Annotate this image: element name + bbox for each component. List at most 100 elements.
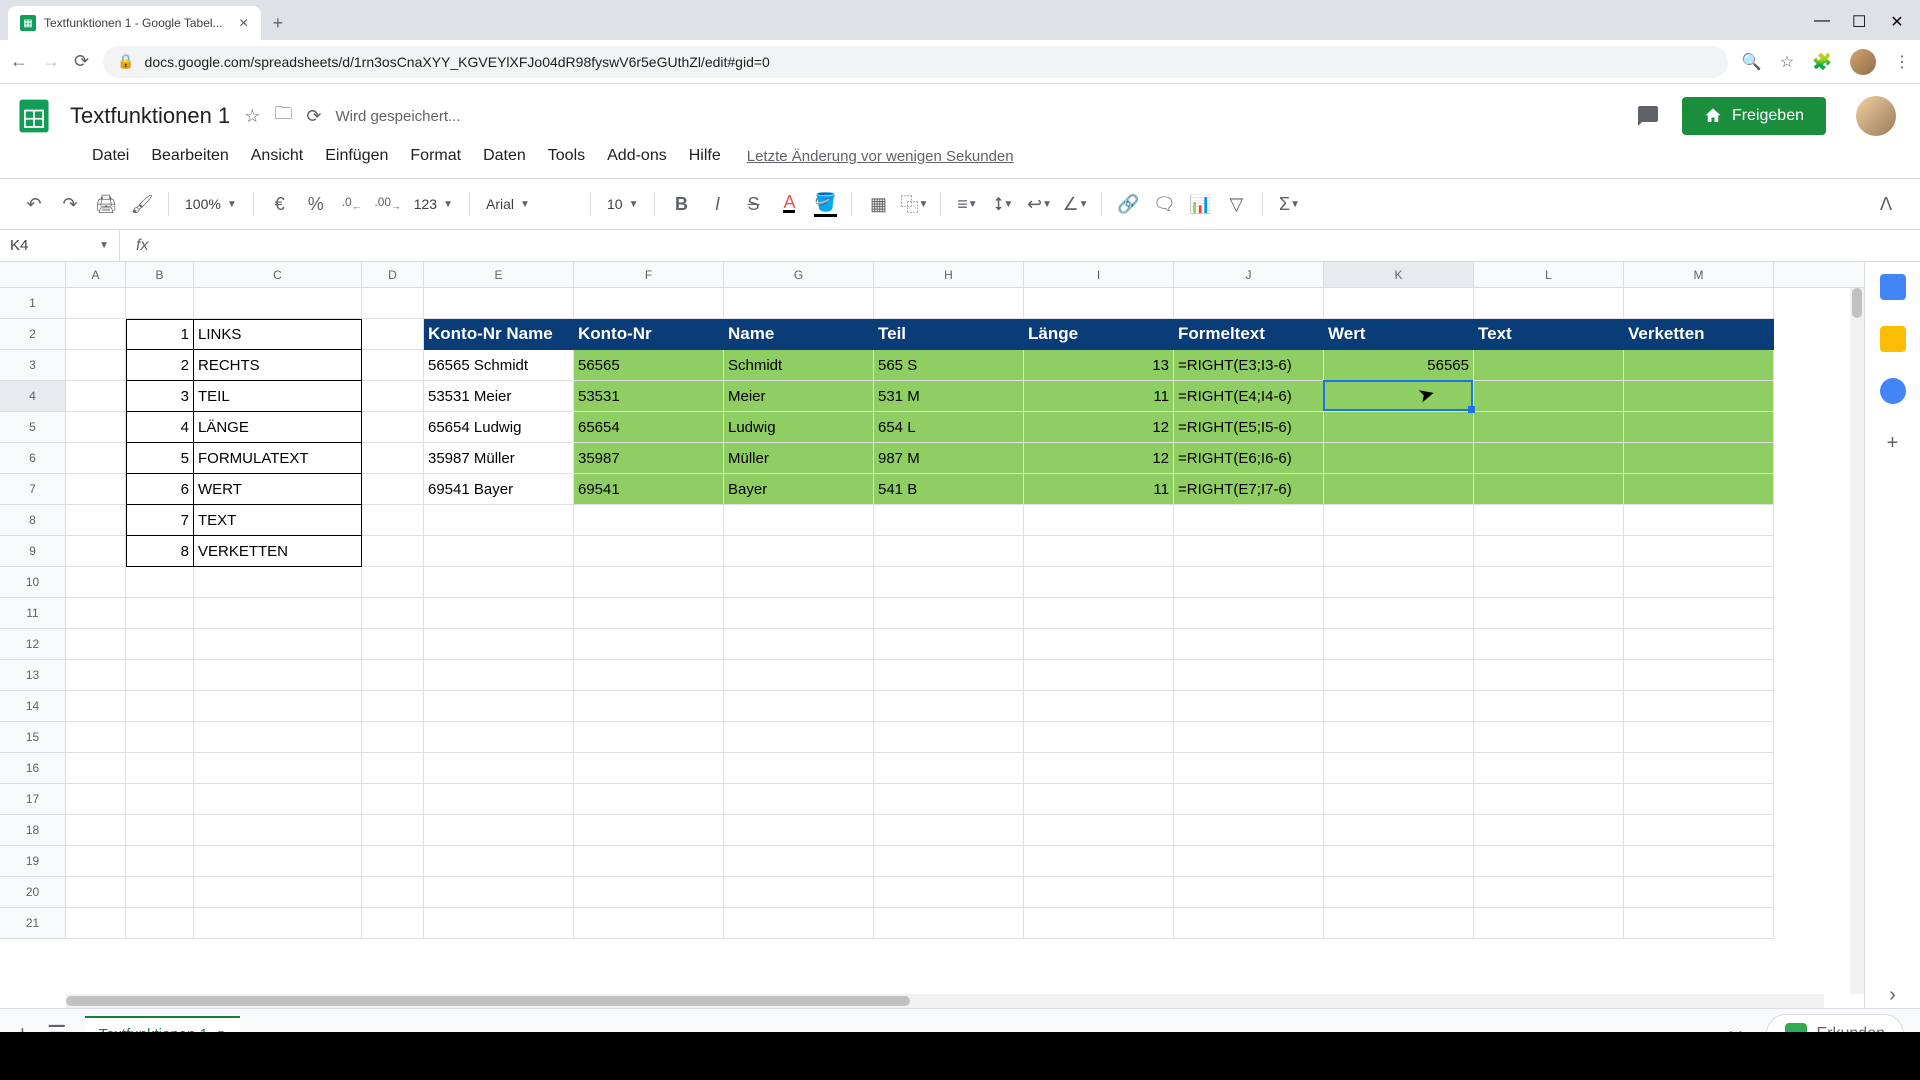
cell-E18[interactable] (424, 815, 574, 846)
cell-F2[interactable]: Konto-Nr (574, 319, 724, 350)
cell-E16[interactable] (424, 753, 574, 784)
cell-L20[interactable] (1474, 877, 1624, 908)
undo-button[interactable]: ↶ (18, 188, 50, 220)
col-header-J[interactable]: J (1174, 262, 1324, 287)
comments-button[interactable] (1628, 96, 1668, 136)
cell-J11[interactable] (1174, 598, 1324, 629)
cell-A15[interactable] (66, 722, 126, 753)
cell-C8[interactable]: TEXT (194, 505, 362, 536)
cell-M19[interactable] (1624, 846, 1774, 877)
cell-I14[interactable] (1024, 691, 1174, 722)
cell-K8[interactable] (1324, 505, 1474, 536)
cell-G4[interactable]: Meier (724, 381, 874, 412)
cell-G5[interactable]: Ludwig (724, 412, 874, 443)
cell-G21[interactable] (724, 908, 874, 939)
move-icon[interactable]: 🗀 (274, 101, 292, 131)
cell-H18[interactable] (874, 815, 1024, 846)
row-header[interactable]: 15 (0, 722, 66, 753)
font-size-select[interactable]: 10▼ (601, 196, 644, 212)
cell-J19[interactable] (1174, 846, 1324, 877)
cell-E12[interactable] (424, 629, 574, 660)
row-header[interactable]: 6 (0, 443, 66, 474)
cell-I10[interactable] (1024, 567, 1174, 598)
cell-G3[interactable]: Schmidt (724, 350, 874, 381)
grid[interactable]: ABCDEFGHIJKLM 121LINKSKonto-Nr NameKonto… (0, 262, 1864, 1008)
cell-B3[interactable]: 2 (126, 350, 194, 381)
rotate-button[interactable]: ∠▼ (1059, 188, 1091, 220)
cell-I15[interactable] (1024, 722, 1174, 753)
cell-I11[interactable] (1024, 598, 1174, 629)
cell-A18[interactable] (66, 815, 126, 846)
profile-avatar[interactable] (1856, 96, 1896, 136)
cell-H10[interactable] (874, 567, 1024, 598)
cell-M7[interactable] (1624, 474, 1774, 505)
cell-F9[interactable] (574, 536, 724, 567)
vertical-scrollbar[interactable] (1850, 288, 1864, 994)
cell-I7[interactable]: 11 (1024, 474, 1174, 505)
cell-I6[interactable]: 12 (1024, 443, 1174, 474)
cell-J8[interactable] (1174, 505, 1324, 536)
strike-button[interactable]: S (737, 188, 769, 220)
menu-einfügen[interactable]: Einfügen (315, 143, 398, 169)
cell-L19[interactable] (1474, 846, 1624, 877)
bookmark-icon[interactable]: ☆ (1780, 52, 1794, 72)
cell-F18[interactable] (574, 815, 724, 846)
menu-bearbeiten[interactable]: Bearbeiten (141, 143, 238, 169)
cell-F11[interactable] (574, 598, 724, 629)
italic-button[interactable]: I (701, 188, 733, 220)
redo-button[interactable]: ↷ (54, 188, 86, 220)
row-header[interactable]: 14 (0, 691, 66, 722)
cell-F15[interactable] (574, 722, 724, 753)
cell-B10[interactable] (126, 567, 194, 598)
cell-H7[interactable]: 541 B (874, 474, 1024, 505)
cell-G15[interactable] (724, 722, 874, 753)
cell-H2[interactable]: Teil (874, 319, 1024, 350)
forward-icon[interactable]: → (42, 51, 60, 72)
cell-M13[interactable] (1624, 660, 1774, 691)
cell-G16[interactable] (724, 753, 874, 784)
cell-L9[interactable] (1474, 536, 1624, 567)
cell-M14[interactable] (1624, 691, 1774, 722)
cell-L17[interactable] (1474, 784, 1624, 815)
cell-B19[interactable] (126, 846, 194, 877)
cell-F4[interactable]: 53531 (574, 381, 724, 412)
col-header-G[interactable]: G (724, 262, 874, 287)
wrap-button[interactable]: ↩▼ (1023, 188, 1055, 220)
col-header-D[interactable]: D (362, 262, 424, 287)
cell-C13[interactable] (194, 660, 362, 691)
calendar-icon[interactable] (1880, 274, 1906, 300)
cell-E14[interactable] (424, 691, 574, 722)
cell-K4[interactable] (1324, 381, 1474, 412)
cell-M8[interactable] (1624, 505, 1774, 536)
text-color-button[interactable]: A (773, 188, 805, 220)
number-format-select[interactable]: 123▼ (408, 196, 459, 212)
cell-D9[interactable] (362, 536, 424, 567)
cell-H15[interactable] (874, 722, 1024, 753)
cell-F14[interactable] (574, 691, 724, 722)
cell-D2[interactable] (362, 319, 424, 350)
cell-A3[interactable] (66, 350, 126, 381)
cell-C10[interactable] (194, 567, 362, 598)
cell-A5[interactable] (66, 412, 126, 443)
row-header[interactable]: 8 (0, 505, 66, 536)
cell-I19[interactable] (1024, 846, 1174, 877)
cell-H14[interactable] (874, 691, 1024, 722)
collapse-toolbar-button[interactable]: ᐱ (1870, 188, 1902, 220)
cell-C5[interactable]: LÄNGE (194, 412, 362, 443)
cell-L13[interactable] (1474, 660, 1624, 691)
cell-J4[interactable]: =RIGHT(E4;I4-6) (1174, 381, 1324, 412)
cell-E3[interactable]: 56565 Schmidt (424, 350, 574, 381)
cell-J16[interactable] (1174, 753, 1324, 784)
link-button[interactable]: 🔗 (1112, 188, 1144, 220)
cell-J3[interactable]: =RIGHT(E3;I3-6) (1174, 350, 1324, 381)
cell-A14[interactable] (66, 691, 126, 722)
halign-button[interactable]: ≡▼ (951, 188, 983, 220)
cell-F6[interactable]: 35987 (574, 443, 724, 474)
font-select[interactable]: Arial▼ (480, 196, 580, 212)
cell-K11[interactable] (1324, 598, 1474, 629)
cell-D14[interactable] (362, 691, 424, 722)
chart-button[interactable]: 📊 (1184, 188, 1216, 220)
cell-I20[interactable] (1024, 877, 1174, 908)
cell-K17[interactable] (1324, 784, 1474, 815)
cell-H3[interactable]: 565 S (874, 350, 1024, 381)
